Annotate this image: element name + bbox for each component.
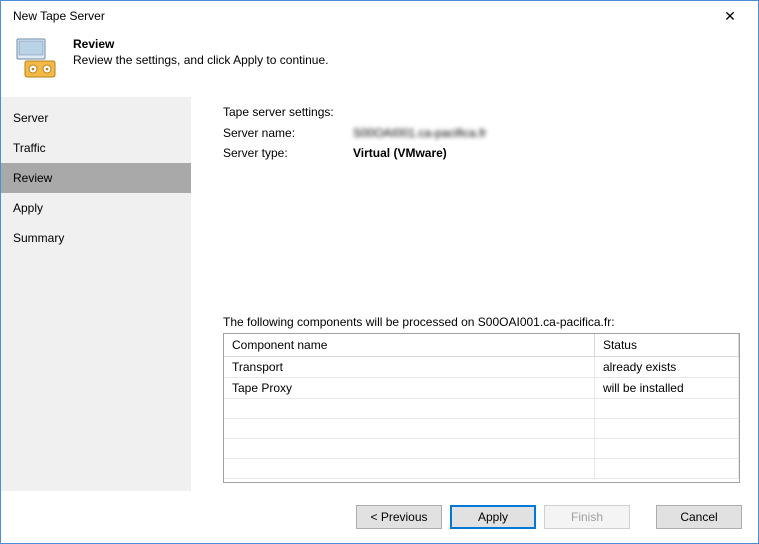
server-name-label: Server name: bbox=[223, 123, 353, 143]
previous-button[interactable]: < Previous bbox=[356, 505, 442, 529]
col-status[interactable]: Status bbox=[594, 334, 738, 357]
wizard-header: Review Review the settings, and click Ap… bbox=[1, 31, 758, 97]
server-name-row: Server name: S00OAI001.ca-pacifica.fr bbox=[223, 123, 740, 143]
wizard-steps-sidebar: Server Traffic Review Apply Summary bbox=[1, 97, 191, 491]
component-status-cell: will be installed bbox=[594, 378, 738, 399]
wizard-footer: < Previous Apply Finish Cancel bbox=[1, 491, 758, 543]
finish-button: Finish bbox=[544, 505, 630, 529]
table-header-row: Component name Status bbox=[224, 334, 739, 357]
sidebar-item-review[interactable]: Review bbox=[1, 163, 191, 193]
server-type-label: Server type: bbox=[223, 143, 353, 163]
wizard-body: Server Traffic Review Apply Summary Tape… bbox=[1, 97, 758, 491]
component-status-cell: already exists bbox=[594, 357, 738, 378]
col-component-name[interactable]: Component name bbox=[224, 334, 594, 357]
table-row bbox=[224, 459, 739, 479]
sidebar-item-traffic[interactable]: Traffic bbox=[1, 133, 191, 163]
components-label: The following components will be process… bbox=[223, 315, 740, 329]
page-subtitle: Review the settings, and click Apply to … bbox=[73, 53, 328, 67]
page-title: Review bbox=[73, 37, 328, 51]
close-button[interactable]: ✕ bbox=[710, 2, 750, 30]
server-name-value: S00OAI001.ca-pacifica.fr bbox=[353, 123, 486, 143]
server-type-row: Server type: Virtual (VMware) bbox=[223, 143, 740, 163]
header-text: Review Review the settings, and click Ap… bbox=[73, 37, 328, 67]
window-title: New Tape Server bbox=[13, 9, 710, 23]
spacer bbox=[223, 163, 740, 315]
table-row bbox=[224, 419, 739, 439]
titlebar: New Tape Server ✕ bbox=[1, 1, 758, 31]
table-row bbox=[224, 439, 739, 459]
apply-button[interactable]: Apply bbox=[450, 505, 536, 529]
sidebar-item-summary[interactable]: Summary bbox=[1, 223, 191, 253]
settings-heading: Tape server settings: bbox=[223, 105, 740, 119]
component-name-cell: Tape Proxy bbox=[224, 378, 594, 399]
cancel-button[interactable]: Cancel bbox=[656, 505, 742, 529]
table-row[interactable]: Transport already exists bbox=[224, 357, 739, 378]
review-panel: Tape server settings: Server name: S00OA… bbox=[191, 97, 758, 491]
sidebar-item-apply[interactable]: Apply bbox=[1, 193, 191, 223]
wizard-window: New Tape Server ✕ Review Review the sett… bbox=[0, 0, 759, 544]
table-row bbox=[224, 399, 739, 419]
table-row[interactable]: Tape Proxy will be installed bbox=[224, 378, 739, 399]
tape-server-icon bbox=[15, 37, 59, 81]
sidebar-item-server[interactable]: Server bbox=[1, 103, 191, 133]
components-table: Component name Status Transport already … bbox=[223, 333, 740, 483]
component-name-cell: Transport bbox=[224, 357, 594, 378]
server-type-value: Virtual (VMware) bbox=[353, 143, 447, 163]
close-icon: ✕ bbox=[724, 8, 736, 25]
